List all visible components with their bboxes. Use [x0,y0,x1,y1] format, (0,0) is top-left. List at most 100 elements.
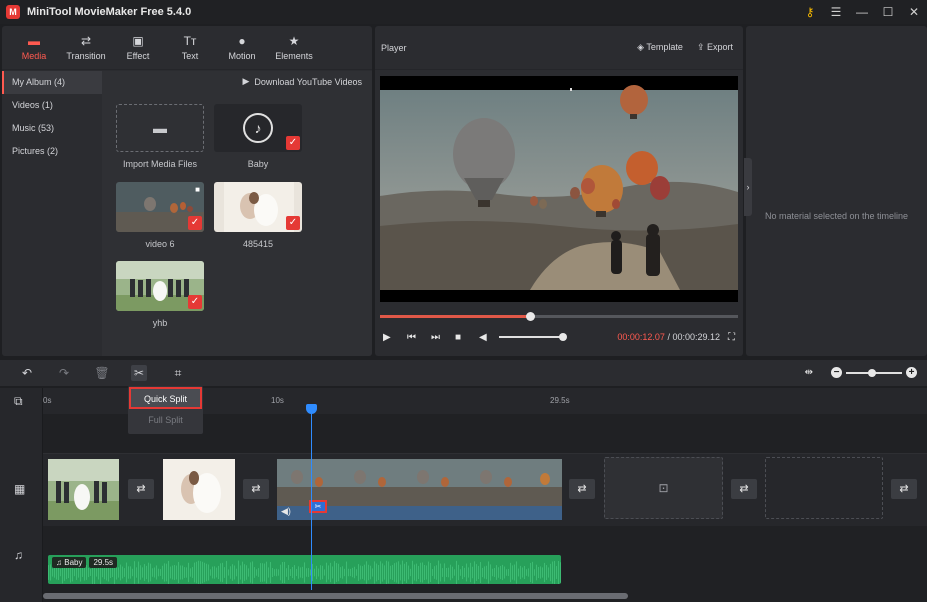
stop-button[interactable]: ■ [455,332,479,343]
waveform-bar [330,562,331,583]
playhead-line[interactable] [311,404,312,590]
zoom-slider[interactable] [846,368,902,377]
quick-split-menu-item[interactable]: Quick Split [129,387,202,409]
waveform-bar [220,563,221,582]
audio-clip-baby[interactable]: ♫ Baby 29.5s [48,555,561,584]
crop-icon[interactable]: ⌗ [170,365,186,381]
zoom-fit-icon[interactable]: ⇹ [805,367,813,378]
waveform-bar [462,565,463,580]
sidebar-item-music[interactable]: Music (53) [2,117,102,140]
music-track-icon: ♫ [14,548,23,562]
waveform-bar [238,560,239,584]
sidebar-item-pictures[interactable]: Pictures (2) [2,140,102,163]
transition-slot[interactable]: ⇄ [569,479,595,499]
tab-text[interactable]: Tт Text [164,34,216,61]
timeline-clip-group-photo[interactable] [48,459,119,520]
previous-frame-button[interactable]: ⏮ [407,332,431,343]
delete-icon[interactable]: 🗑 [94,365,110,381]
media-tile-baby[interactable]: ♪ ✓ Baby [214,104,302,169]
waveform-bar [142,567,143,578]
waveform-bar [320,565,321,580]
waveform-bar [256,569,257,576]
template-label: Template [646,42,683,52]
waveform-bar [126,562,127,583]
tab-elements[interactable]: ★ Elements [268,34,320,61]
zoom-handle[interactable] [868,368,876,377]
waveform-bar [198,560,199,584]
waveform-bar [370,565,371,580]
waveform-bar [414,564,415,581]
waveform-bar [402,560,403,584]
tab-transition[interactable]: ⇄ Transition [60,34,112,61]
media-tile-485415[interactable]: ✓ 485415 [214,182,302,249]
close-button[interactable]: ✕ [901,5,927,19]
volume-handle[interactable] [559,333,567,341]
waveform-bar [282,562,283,583]
transition-slot[interactable]: ⇄ [731,479,757,499]
clip-volume-icon[interactable]: ◀) [281,506,291,517]
empty-properties-message: No material selected on the timeline [764,211,909,221]
video-thumbnail[interactable]: ■ ✓ [116,182,204,232]
fullscreen-icon[interactable]: ⛶ [728,332,735,343]
zoom-out-icon[interactable]: − [831,367,842,378]
minimize-button[interactable]: — [849,5,875,19]
waveform-bar [216,567,217,578]
transition-slot[interactable]: ⇄ [891,479,917,499]
waveform-bar [472,566,473,579]
total-time: 00:00:29.12 [672,332,720,342]
media-tile-yhb[interactable]: ✓ yhb [116,261,204,328]
zoom-in-icon[interactable]: + [906,367,917,378]
export-button[interactable]: ⇪ Export [697,42,733,53]
empty-clip-slot[interactable]: ⊡ [604,457,723,519]
waveform-bar [536,564,537,581]
tab-motion[interactable]: ● Motion [216,34,268,61]
undo-icon[interactable]: ↶ [19,365,35,381]
panel-collapse-toggle[interactable]: › [744,158,752,216]
sidebar-item-videos[interactable]: Videos (1) [2,94,102,117]
transition-slot[interactable]: ⇄ [128,479,154,499]
waveform-bar [354,566,355,579]
redo-icon[interactable]: ↷ [56,365,72,381]
play-button[interactable]: ▶ [383,332,407,343]
waveform-bar [438,560,439,584]
waveform-bar [306,568,307,577]
image-thumbnail[interactable]: ✓ [116,261,204,311]
waveform-bar [528,568,529,577]
media-tile-video-6[interactable]: ■ ✓ video 6 [116,182,204,249]
menu-icon[interactable]: ☰ [823,5,849,19]
progress-handle[interactable] [526,312,536,321]
import-box[interactable]: ▬ [116,104,204,152]
transition-slot[interactable]: ⇄ [243,479,269,499]
waveform-bar [304,562,305,583]
add-track-icon[interactable]: ⧉ [14,394,23,409]
waveform-bar [68,566,69,579]
media-tile-import[interactable]: ▬ Import Media Files [116,104,204,169]
audio-thumbnail[interactable]: ♪ ✓ [214,104,302,152]
tab-effect[interactable]: ▣ Effect [112,34,164,61]
image-thumbnail[interactable]: ✓ [214,182,302,232]
waveform-bar [326,562,327,583]
timeline-clip-wedding[interactable] [163,459,235,520]
waveform-bar [516,561,517,584]
full-split-menu-item[interactable]: Full Split [128,410,203,432]
waveform-bar [522,567,523,578]
volume-icon[interactable]: ◀ [479,332,495,343]
key-icon[interactable]: ⚷ [797,5,823,19]
waveform-bar [270,562,271,583]
next-frame-button[interactable]: ⏭ [431,332,455,343]
volume-slider[interactable] [499,333,567,341]
empty-clip-slot[interactable] [765,457,883,519]
timeline-scrollbar[interactable] [43,593,628,599]
waveform-bar [466,563,467,582]
waveform-bar [404,563,405,582]
maximize-button[interactable]: ☐ [875,5,901,19]
tab-media[interactable]: ▬ Media [8,34,60,61]
playback-progress-bar[interactable] [380,312,738,321]
template-button[interactable]: ◈ Template [637,42,683,53]
split-scissors-icon[interactable]: ✂ [131,365,147,381]
video-preview[interactable] [380,76,738,302]
download-youtube-link[interactable]: ▶ Download YouTube Videos [242,76,362,87]
waveform-bar [498,567,499,578]
sidebar-item-my-album[interactable]: My Album (4) [2,71,102,94]
waveform-bar [136,567,137,578]
